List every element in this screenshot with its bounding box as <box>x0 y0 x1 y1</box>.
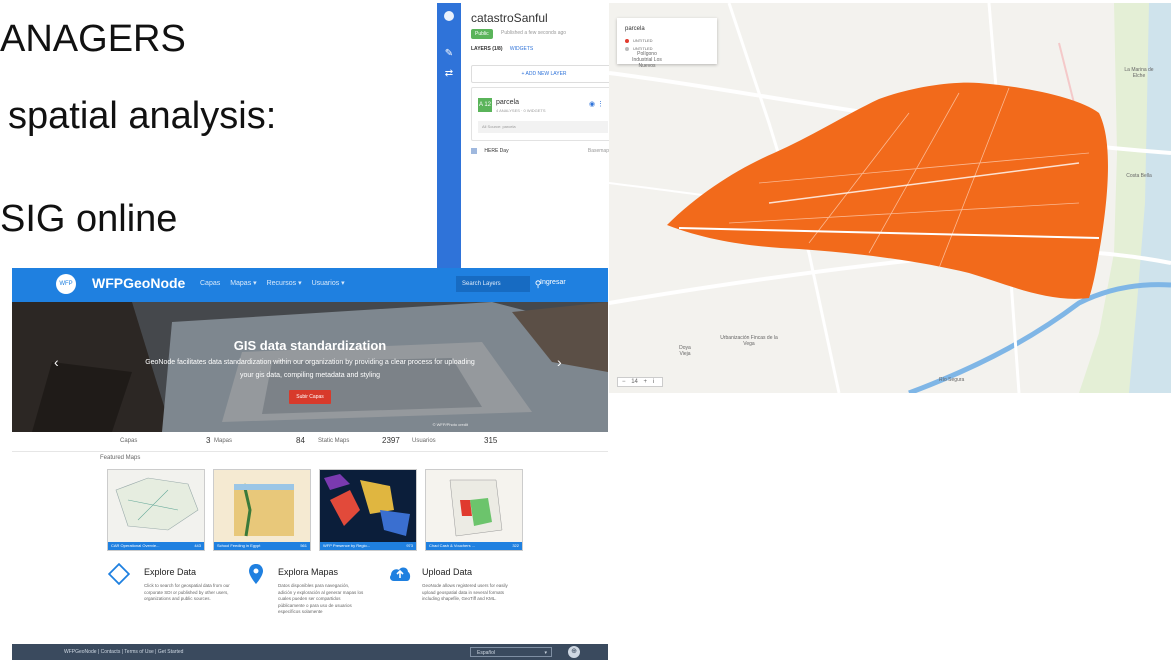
feature-title: Explore Data <box>144 567 197 577</box>
slide-heading-3: SIG online <box>0 198 178 240</box>
featured-map-card[interactable]: School Feeding in Egypt 561 <box>213 469 311 551</box>
photo-credit: © WFP/Photo credit <box>432 422 468 427</box>
featured-map-card[interactable]: WFP Presence by Regio... 973 <box>319 469 417 551</box>
language-select[interactable]: Español ▾ <box>470 647 552 657</box>
pencil-icon[interactable]: ✎ <box>443 49 455 59</box>
chevron-down-icon: ▾ <box>544 650 547 656</box>
legend-title: parcela <box>625 26 645 32</box>
add-layer-button[interactable]: + ADD NEW LAYER <box>471 65 617 83</box>
panel-tabs: LAYERS (1/8) WIDGETS <box>471 46 539 52</box>
stats-bar: Capas 3 Mapas 84 Static Maps 2397 Usuarios 3… <box>12 434 608 452</box>
featured-map-caption: WFP Presence by Regio... 973 <box>320 542 416 550</box>
carousel-next-icon[interactable]: › <box>557 354 562 370</box>
map-thumbnail <box>115 477 199 531</box>
zoom-out-button[interactable]: − <box>622 379 626 385</box>
map-thumbnail <box>234 483 294 537</box>
place-label-poligono: Polígono Industrial Los Nuevos <box>632 51 662 69</box>
layer-swatch: A 12 <box>478 98 492 112</box>
featured-map-card[interactable]: CAR Operational Overvie... 443 <box>107 469 205 551</box>
basemap-name: HERE Day <box>484 148 509 154</box>
stat-mapas[interactable]: Mapas 84 <box>214 436 305 445</box>
layer-source: All Source: parcela <box>478 121 608 133</box>
zoom-in-button[interactable]: + <box>644 379 648 385</box>
nav-item-capas[interactable]: Capas <box>200 280 220 287</box>
stat-capas[interactable]: Capas 3 <box>120 436 210 445</box>
basemap-label: Basemap <box>587 148 609 154</box>
eye-icon[interactable]: ◉ ⋮ <box>589 100 604 108</box>
map-name[interactable]: catastroSanful <box>471 11 548 25</box>
stat-static-maps[interactable]: Static Maps 2397 <box>318 436 400 445</box>
place-label-doya: Doya Vieja <box>679 345 691 357</box>
featured-maps-title: Featured Maps <box>100 455 141 461</box>
feature-description: Datos disponibles para navegación, adici… <box>278 583 364 614</box>
feature-title: Explora Mapas <box>278 567 339 577</box>
map-thumbnail <box>449 479 503 537</box>
place-label-costa: Costa Bella <box>1126 173 1152 179</box>
nav-item-recursos[interactable]: Recursos ▾ <box>267 280 302 287</box>
featured-map-caption: Chad Cash & Vouchers ... 322 <box>426 542 522 550</box>
feature-explora-mapas[interactable]: Explora Mapas Datos disponibles para nav… <box>248 563 363 614</box>
slide-heading-1: ANAGERS <box>0 18 186 60</box>
nav-item-mapas[interactable]: Mapas ▾ <box>230 280 256 287</box>
hero-subtitle: GeoNode facilitates data standardization… <box>145 359 475 379</box>
place-label-marina: La Marina de Elche <box>1124 67 1154 79</box>
layer-card-parcela[interactable]: A 12 parcela 4 ANALYSES · 0 WIDGETS ◉ ⋮ … <box>471 87 617 141</box>
basemap-row[interactable]: HERE Day Basemap <box>471 144 615 158</box>
published-text: Published a few seconds ago <box>501 30 567 36</box>
info-icon[interactable]: i <box>653 379 654 385</box>
featured-map-caption: School Feeding in Egypt 561 <box>214 542 310 550</box>
basemap-icon <box>471 147 477 154</box>
feature-description: Click to search for geospatial data from… <box>144 583 230 601</box>
carousel-prev-icon[interactable]: ‹ <box>54 354 59 370</box>
footer-links[interactable]: WFPGeoNode | Contacts | Terms of Use | G… <box>64 644 183 660</box>
featured-map-caption: CAR Operational Overvie... 443 <box>108 542 204 550</box>
place-label-urbanizacion: Urbanización Fincas de la Vega <box>720 335 778 347</box>
tab-layers[interactable]: LAYERS (1/8) <box>471 46 503 52</box>
login-link[interactable]: Ingresar <box>540 279 566 286</box>
feature-description: GeoNode allows registered users for easi… <box>422 583 508 601</box>
diamond-icon <box>107 562 131 586</box>
brand-link[interactable]: WFPGeoNode <box>92 275 185 291</box>
sliders-icon[interactable]: ⇄ <box>443 69 455 79</box>
public-status-badge: Public <box>471 29 493 39</box>
nav-item-usuarios[interactable]: Usuarios ▾ <box>312 280 345 287</box>
wfp-footer-logo-icon: ⊕ <box>568 646 580 658</box>
hero-title: GIS data standardization <box>233 338 387 353</box>
search-input[interactable]: Search Layers <box>456 276 530 292</box>
map-pin-icon <box>249 564 263 584</box>
stat-usuarios[interactable]: Usuarios 315 <box>412 436 497 445</box>
feature-title: Upload Data <box>422 567 473 577</box>
feature-explore-data[interactable]: Explore Data Click to search for geospat… <box>107 562 230 601</box>
cloud-upload-icon <box>390 567 411 581</box>
zoom-level: 14 <box>631 379 638 385</box>
place-label-rio: Río Segura <box>939 377 965 383</box>
layer-name: parcela <box>496 99 519 106</box>
zoom-control: − 14 + i <box>617 377 664 387</box>
upload-layers-button[interactable]: Subir Capas <box>289 390 331 404</box>
carto-home-icon[interactable] <box>444 11 454 21</box>
geonode-screenshot: WFP WFPGeoNode Capas Mapas ▾ Recursos ▾ … <box>12 268 608 660</box>
nav-menu: Capas Mapas ▾ Recursos ▾ Usuarios ▾ <box>200 279 353 287</box>
layer-subtitle: 4 ANALYSES · 0 WIDGETS <box>496 108 546 113</box>
map-thumbnail <box>324 474 410 536</box>
hero-carousel: ‹ › GIS data standardization GeoNode fac… <box>12 302 608 432</box>
carto-map-view[interactable]: parcela UNTITLED UNTITLED Polígono Indus… <box>609 3 1171 393</box>
legend-item: UNTITLED <box>625 38 653 43</box>
slide-heading-2: spatial analysis: <box>8 95 277 137</box>
feature-upload-data[interactable]: Upload Data GeoNode allows registered us… <box>388 563 508 601</box>
geonode-footer: WFPGeoNode | Contacts | Terms of Use | G… <box>12 644 608 660</box>
tab-widgets[interactable]: WIDGETS <box>510 46 533 52</box>
featured-map-card[interactable]: Chad Cash & Vouchers ... 322 <box>425 469 523 551</box>
geonode-navbar: WFP WFPGeoNode Capas Mapas ▾ Recursos ▾ … <box>12 268 608 302</box>
wfp-logo-icon[interactable]: WFP <box>56 274 76 294</box>
